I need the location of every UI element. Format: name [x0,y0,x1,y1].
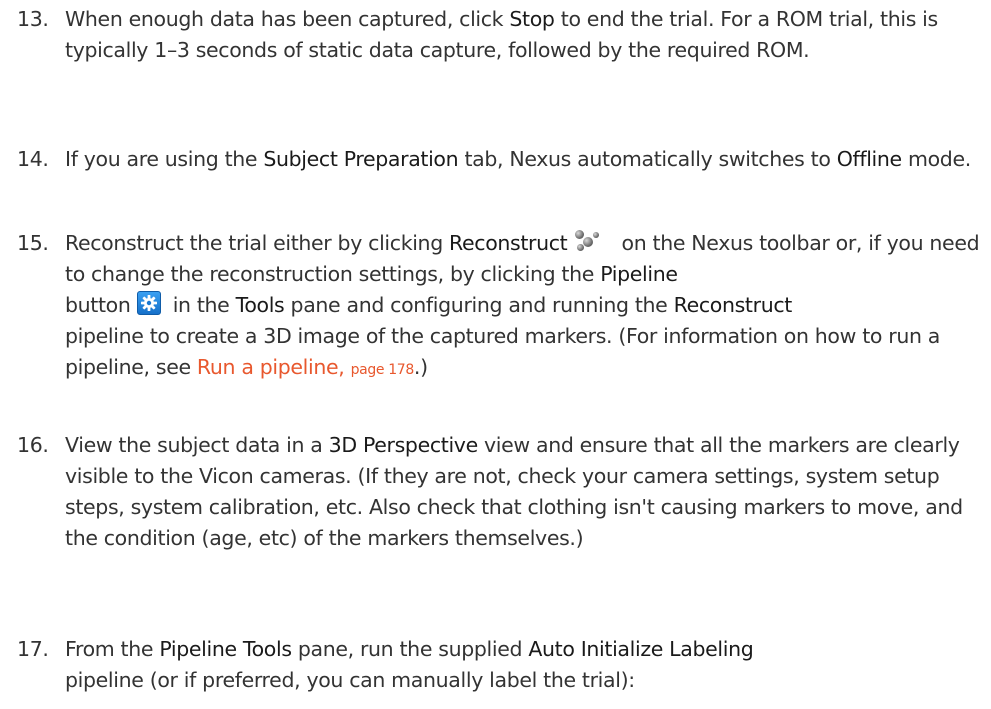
ui-term-pipeline: Pipeline [600,262,678,286]
ui-term-auto-initialize-labeling: Auto Initialize Labeling [528,637,754,661]
step-text-part: pane and configuring and running the [284,293,674,317]
step-text-part: pane, run the supplied [291,637,529,661]
step-text-part: tab, Nexus automatically switches to [458,147,837,171]
step-number: 13. [17,7,49,31]
step-text: If you are using the Subject Preparation… [65,144,985,175]
step-text-part: Reconstruct the trial either by clicking [65,231,450,255]
ui-term-subject-preparation: Subject Preparation [263,147,459,171]
ui-term-pipeline-tools: Pipeline Tools [159,637,292,661]
step-text: When enough data has been captured, clic… [65,4,985,66]
step-text-part: From the [65,637,160,661]
step-text-part: When enough data has been captured, clic… [65,7,510,31]
step-text: From the Pipeline Tools pane, run the su… [65,634,985,696]
step-text: View the subject data in a 3D Perspectiv… [65,430,985,554]
step-text-part: mode. [901,147,971,171]
page-reference: page 178 [350,362,415,378]
reconstruct-icon [573,228,609,254]
step-text-part: .) [413,355,428,379]
step-text-part: View the subject data in a [65,433,329,457]
step-text-part: pipeline (or if preferred, you can manua… [65,668,635,692]
gear-icon [136,291,161,315]
ui-term-stop: Stop [509,7,555,31]
ui-term-reconstruct-pipeline: Reconstruct [673,293,793,317]
step-text-part: in the [166,293,236,317]
ui-term-offline: Offline [836,147,902,171]
step-number: 15. [17,231,49,255]
ui-term-reconstruct: Reconstruct [449,231,568,255]
step-number: 16. [17,433,49,457]
document-page: 13. When enough data has been captured, … [0,0,991,709]
step-text: Reconstruct the trial either by clicking… [65,228,985,386]
ui-term-3d-perspective: 3D Perspective [328,433,479,457]
ui-term-tools: Tools [235,293,285,317]
run-a-pipeline-link[interactable]: Run a pipeline, page 178 [197,355,414,379]
step-number: 14. [17,147,49,171]
link-text: Run a pipeline, [196,355,345,379]
step-text-part: If you are using the [65,147,264,171]
step-number: 17. [17,637,49,661]
step-text-part: button [65,293,131,317]
